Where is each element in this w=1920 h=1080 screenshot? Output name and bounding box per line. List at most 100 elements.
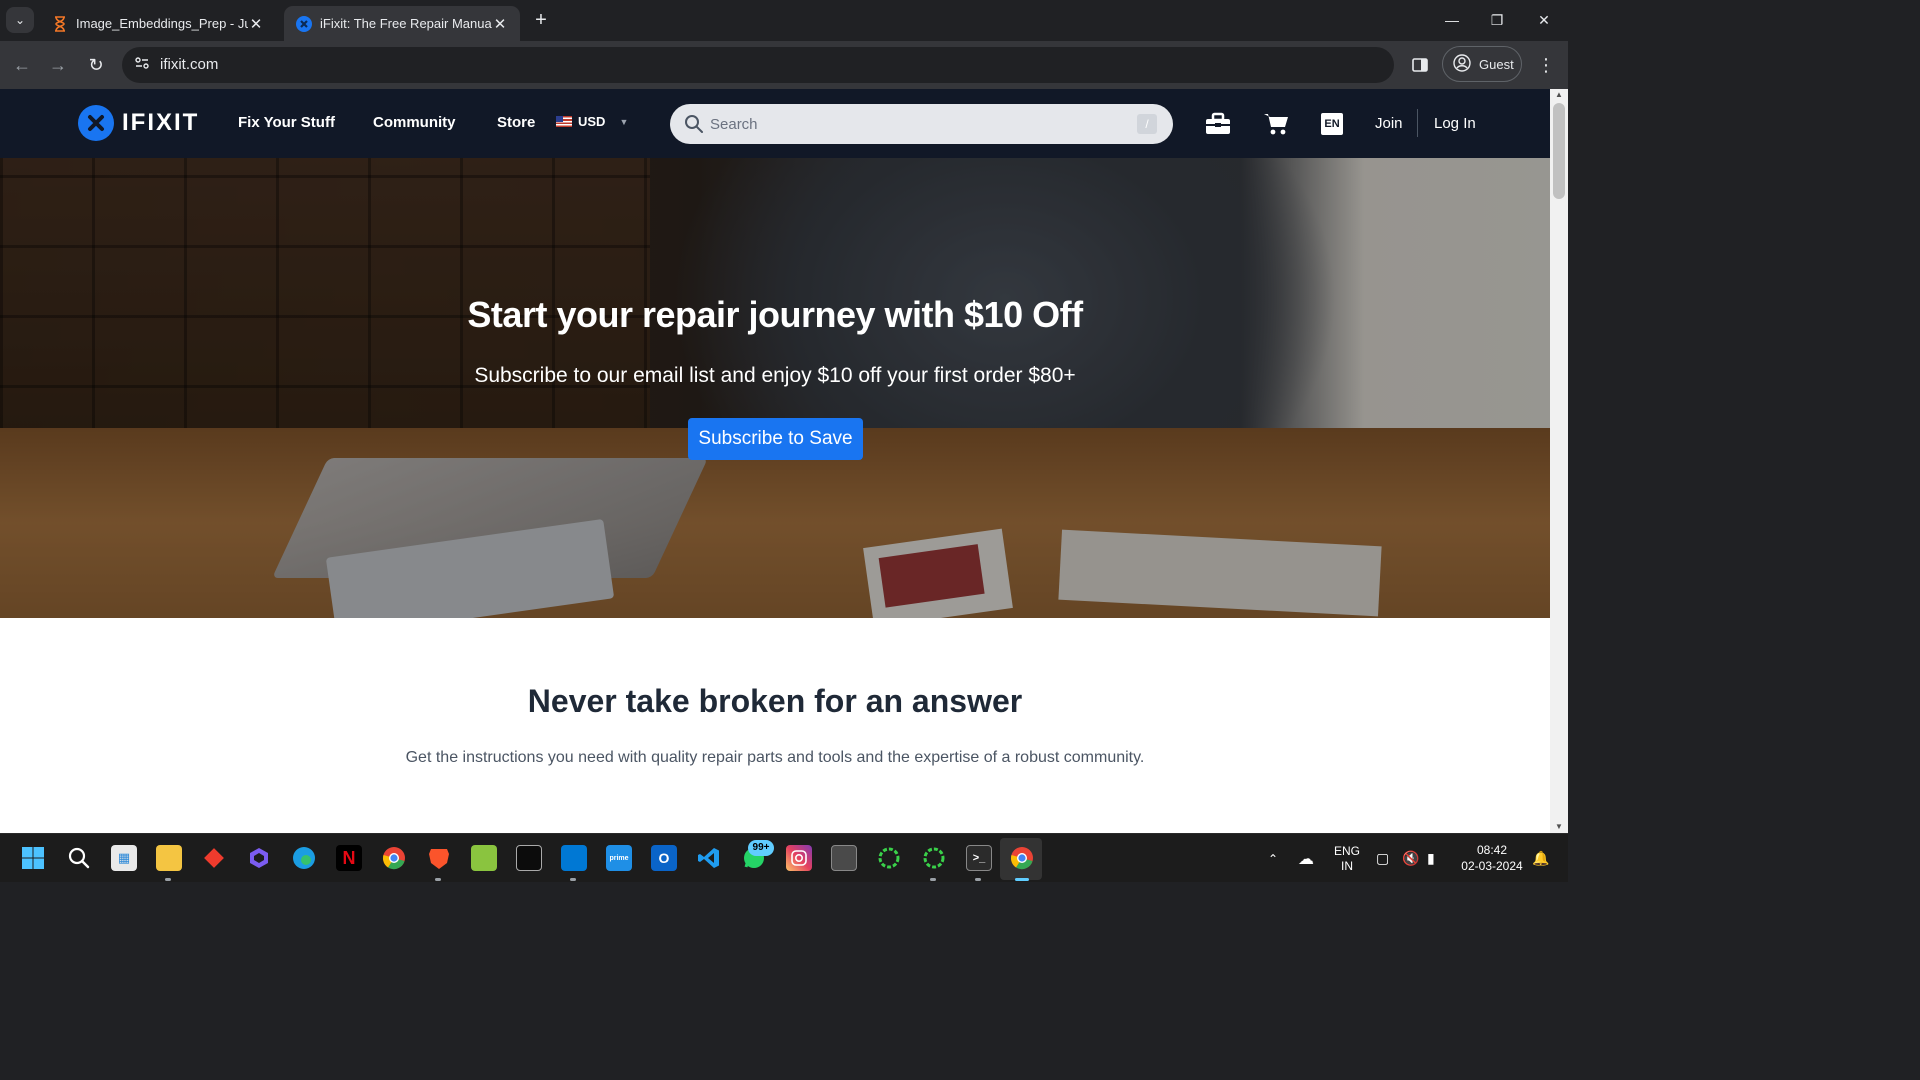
circle-app-one-icon[interactable] xyxy=(876,845,902,871)
edge-icon[interactable] xyxy=(291,845,317,871)
search-icon xyxy=(684,114,704,134)
us-flag-icon xyxy=(556,116,572,127)
back-arrow-icon[interactable]: ← xyxy=(10,53,34,77)
logo-text: IFIXIT xyxy=(122,109,200,136)
windows-start-icon[interactable] xyxy=(20,845,46,871)
clock[interactable]: 08:42 02-03-2024 xyxy=(1456,842,1528,874)
close-icon[interactable]: ✕ xyxy=(248,15,264,33)
clock-date: 02-03-2024 xyxy=(1461,859,1523,873)
netflix-icon[interactable]: N xyxy=(336,845,362,871)
search-shortcut-key: / xyxy=(1137,114,1157,134)
hero-headline: Start your repair journey with $10 Off xyxy=(467,294,1083,335)
terminal-window-icon[interactable] xyxy=(516,845,542,871)
windows-taskbar: ▦ N prime O 99+ >_ ⌃ ☁ ENG IN ▢ 🔇 ▮ 08:4… xyxy=(0,833,1568,882)
login-link[interactable]: Log In xyxy=(1434,115,1476,132)
tab-title: Image_Embeddings_Prep - Jupy xyxy=(76,16,248,31)
clock-time: 08:42 xyxy=(1476,843,1508,857)
command-prompt-icon[interactable]: >_ xyxy=(966,845,992,871)
outlook-icon[interactable]: O xyxy=(651,845,677,871)
cart-icon[interactable] xyxy=(1262,111,1290,137)
copilot-icon[interactable] xyxy=(246,845,272,871)
running-indicator xyxy=(435,878,441,881)
join-link[interactable]: Join xyxy=(1375,115,1403,132)
caret-down-icon: ▼ xyxy=(619,116,629,127)
ifixit-favicon-icon xyxy=(296,15,312,32)
toolbox-icon[interactable] xyxy=(1204,111,1232,137)
hero-subhead: Subscribe to our email list and enjoy $1… xyxy=(474,364,1076,387)
window-close-icon[interactable]: ✕ xyxy=(1524,8,1564,32)
nav-store[interactable]: Store xyxy=(497,114,535,131)
running-indicator xyxy=(165,878,171,881)
profile-button[interactable]: Guest xyxy=(1442,46,1522,82)
battery-icon[interactable]: ▮ xyxy=(1427,834,1435,883)
tray-overflow-icon[interactable]: ⌃ xyxy=(1268,834,1278,883)
widgets-icon[interactable]: ▦ xyxy=(111,845,137,871)
language-line-1: ENG xyxy=(1334,843,1361,858)
hero-banner: Start your repair journey with $10 Off S… xyxy=(0,158,1550,618)
language-line-2: IN xyxy=(1341,858,1353,873)
hourglass-icon xyxy=(52,15,68,32)
web-viewport: IFIXIT Fix Your Stuff Community Store US… xyxy=(0,89,1550,833)
currency-selector[interactable]: USD ▼ xyxy=(556,114,628,129)
scroll-up-icon[interactable]: ▲ xyxy=(1550,89,1568,101)
minimize-icon[interactable]: — xyxy=(1432,8,1472,32)
tab-search-button[interactable]: ⌄ xyxy=(6,7,34,33)
page-scrollbar[interactable]: ▲ ▼ xyxy=(1550,89,1568,833)
prime-video-icon[interactable]: prime xyxy=(606,845,632,871)
network-icon[interactable]: ▢ xyxy=(1376,834,1389,883)
header-divider xyxy=(1417,109,1418,137)
url-text: ifixit.com xyxy=(160,56,219,73)
anydesk-icon[interactable] xyxy=(201,845,227,871)
onedrive-cloud-icon[interactable]: ☁ xyxy=(1298,834,1314,883)
site-info-icon[interactable] xyxy=(132,55,152,75)
ifixit-logo-icon xyxy=(78,105,114,141)
nav-community[interactable]: Community xyxy=(373,114,456,131)
whatsapp-notification-badge: 99+ xyxy=(748,840,774,856)
instagram-icon[interactable] xyxy=(786,845,812,871)
vscode-icon[interactable] xyxy=(696,845,722,871)
circle-app-two-icon[interactable] xyxy=(921,845,947,871)
running-indicator xyxy=(570,878,576,881)
notification-bell-icon[interactable]: 🔔 xyxy=(1532,834,1549,883)
restore-icon[interactable]: ❐ xyxy=(1477,8,1517,32)
language-selector[interactable]: EN xyxy=(1321,113,1343,135)
scroll-down-icon[interactable]: ▼ xyxy=(1550,821,1568,833)
tab-jupyter[interactable]: Image_Embeddings_Prep - Jupy ✕ xyxy=(40,6,276,41)
currency-label: USD xyxy=(578,114,606,129)
hero-overlay xyxy=(0,158,1550,618)
chrome-active-icon[interactable] xyxy=(1009,845,1035,871)
store-app-icon[interactable] xyxy=(561,845,587,871)
file-explorer-icon[interactable] xyxy=(156,845,182,871)
tab-title: iFixit: The Free Repair Manual xyxy=(320,16,492,31)
chevron-down-icon: ⌄ xyxy=(14,13,26,27)
taskbar-search-icon[interactable] xyxy=(66,845,92,871)
browser-toolbar: ← → ↻ ifixit.com Guest ⋮ xyxy=(0,41,1568,89)
browser-tabstrip: ⌄ Image_Embeddings_Prep - Jupy ✕ iFixit:… xyxy=(0,0,1568,41)
site-header: IFIXIT Fix Your Stuff Community Store US… xyxy=(0,89,1550,158)
subscribe-button[interactable]: Subscribe to Save xyxy=(688,418,863,460)
section-description: Get the instructions you need with quali… xyxy=(405,749,1145,766)
ifixit-logo[interactable]: IFIXIT xyxy=(78,105,199,141)
kebab-menu-icon[interactable]: ⋮ xyxy=(1536,53,1556,77)
address-bar[interactable]: ifixit.com xyxy=(122,47,1394,83)
profile-icon xyxy=(1453,53,1471,75)
search-input[interactable] xyxy=(710,104,1090,144)
new-tab-button[interactable]: + xyxy=(530,10,552,32)
forward-arrow-icon[interactable]: → xyxy=(46,53,70,77)
brave-icon[interactable] xyxy=(426,845,452,871)
input-language-indicator[interactable]: ENG IN xyxy=(1334,834,1360,883)
section-title: Never take broken for an answer xyxy=(527,683,1023,719)
reload-icon[interactable]: ↻ xyxy=(84,53,108,77)
chrome-icon[interactable] xyxy=(381,845,407,871)
tab-ifixit[interactable]: iFixit: The Free Repair Manual ✕ xyxy=(284,6,520,41)
notepad-plus-icon[interactable] xyxy=(471,845,497,871)
running-indicator xyxy=(930,878,936,881)
scrollbar-thumb[interactable] xyxy=(1553,103,1565,199)
volume-muted-icon[interactable]: 🔇 xyxy=(1402,834,1419,883)
media-app-icon[interactable] xyxy=(831,845,857,871)
side-panel-icon[interactable] xyxy=(1408,53,1432,77)
profile-label: Guest xyxy=(1479,56,1514,72)
close-icon[interactable]: ✕ xyxy=(492,15,508,33)
running-indicator xyxy=(975,878,981,881)
nav-fix-your-stuff[interactable]: Fix Your Stuff xyxy=(238,114,335,131)
